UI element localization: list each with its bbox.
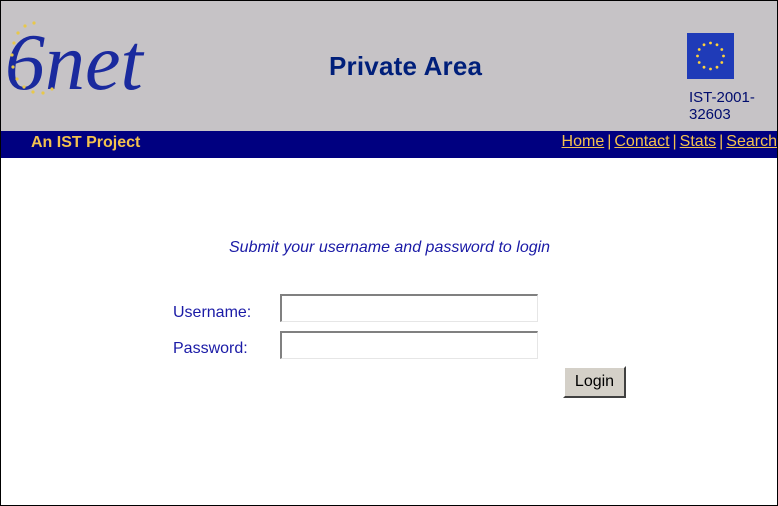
header: 6net Private Area IST-2001-32603 [1,1,777,131]
nav-separator: | [719,133,724,150]
page-title: Private Area [329,51,483,81]
nav-link-search[interactable]: Search [726,133,777,150]
login-prompt: Submit your username and password to log… [229,239,551,256]
nav-link-contact[interactable]: Contact [614,133,669,150]
password-input[interactable] [280,331,538,359]
login-button[interactable]: Login [563,366,626,398]
logo-text: 6net [5,19,145,107]
nav-link-stats[interactable]: Stats [680,133,716,150]
navbar: An IST Project Home | Contact | Stats | Search [1,131,777,158]
page-frame: 6net Private Area IST-2001-32603 An IST … [0,0,778,506]
6net-logo: 6net [5,19,145,107]
username-label: Username: [173,304,252,321]
username-input[interactable] [280,294,538,322]
nav-separator: | [607,133,612,150]
nav-link-home[interactable]: Home [562,133,605,150]
navbar-label: An IST Project [31,134,141,151]
project-code: IST-2001-32603 [689,89,755,123]
password-label: Password: [173,340,248,357]
nav-links: Home | Contact | Stats | Search [562,133,777,151]
eu-flag-icon [687,33,734,79]
nav-separator: | [672,133,677,150]
